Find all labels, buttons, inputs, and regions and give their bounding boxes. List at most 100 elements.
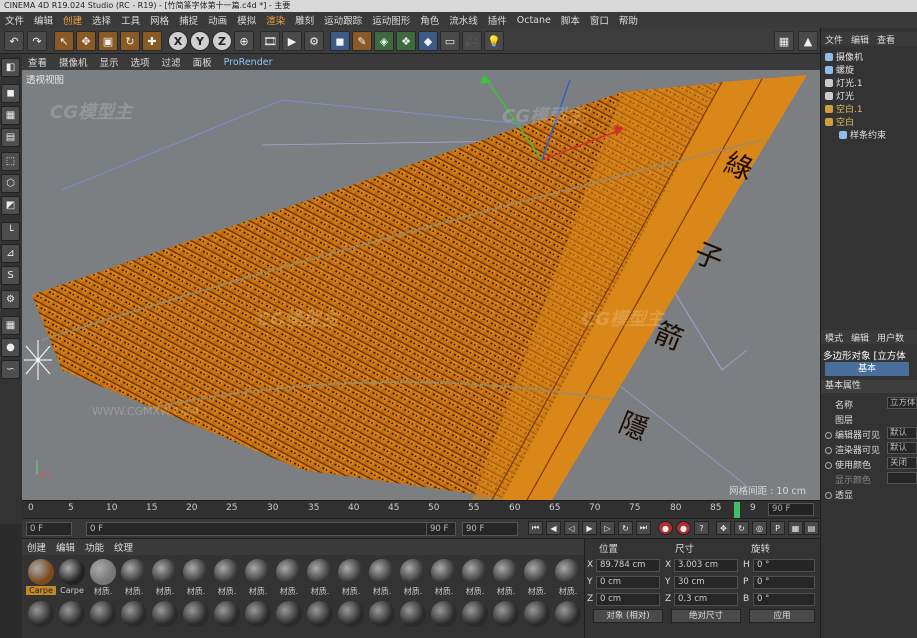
object-menu-edit[interactable]: 编辑 <box>847 33 873 46</box>
material-swatch[interactable] <box>431 601 457 627</box>
menu-motion-tracking[interactable]: 运动跟踪 <box>319 13 367 27</box>
undo-icon[interactable]: ↶ <box>4 31 24 51</box>
object-list-item[interactable]: 螺旋 <box>825 65 915 77</box>
rotation-key-icon[interactable]: ↻ <box>734 521 749 535</box>
material-menu-texture[interactable]: 纹理 <box>109 540 138 554</box>
point-level-icon[interactable]: ▦ <box>788 521 803 535</box>
menu-plugins[interactable]: 插件 <box>483 13 512 27</box>
max-frame-field[interactable]: 90 F <box>462 522 518 536</box>
material-swatch[interactable] <box>431 559 457 585</box>
render-settings-icon[interactable]: ⚙ <box>304 31 324 51</box>
current-frame-slider[interactable]: 0 F <box>86 522 446 536</box>
material-swatch[interactable] <box>555 559 581 585</box>
tab-basic[interactable]: 基本 <box>825 362 909 376</box>
animate-radio-icon[interactable] <box>825 462 832 469</box>
position-key-icon[interactable]: ✥ <box>716 521 731 535</box>
render-view-icon[interactable]: 🎞 <box>260 31 280 51</box>
rot-b-field[interactable]: 0 ° <box>753 593 815 606</box>
attr-menu-mode[interactable]: 模式 <box>821 331 847 344</box>
material-swatch[interactable] <box>276 601 302 627</box>
attr-menu-edit[interactable]: 编辑 <box>847 331 873 344</box>
prev-frame-icon[interactable]: ◁ <box>564 521 579 535</box>
viewport-menu-cameras[interactable]: 摄像机 <box>53 55 94 69</box>
pen-spline-icon[interactable]: ✎ <box>352 31 372 51</box>
record-icon[interactable]: ● <box>658 521 673 535</box>
attribute-value[interactable]: 默认 <box>887 442 917 454</box>
material-swatch[interactable] <box>307 559 333 585</box>
menu-create[interactable]: 创建 <box>58 13 87 27</box>
attribute-value[interactable]: 立方体 <box>887 397 917 409</box>
animate-radio-icon[interactable] <box>825 492 832 499</box>
viewport-menu-prorender[interactable]: ProRender <box>218 57 279 68</box>
menu-mesh[interactable]: 网格 <box>145 13 174 27</box>
material-menu-edit[interactable]: 编辑 <box>51 540 80 554</box>
size-mode-dropdown[interactable]: 绝对尺寸 <box>671 609 741 623</box>
material-swatch[interactable] <box>369 559 395 585</box>
object-list-item[interactable]: 空白 <box>825 117 915 129</box>
y-axis-icon[interactable]: Y <box>190 31 210 51</box>
material-swatch[interactable] <box>214 601 240 627</box>
material-swatch[interactable] <box>245 559 271 585</box>
object-list-item[interactable]: 灯光.1 <box>825 78 915 90</box>
material-swatch[interactable] <box>90 601 116 627</box>
texture-mode-icon[interactable]: ▦ <box>1 106 20 125</box>
pos-x-field[interactable]: 89.784 cm <box>596 559 660 572</box>
coordinate-mode-dropdown[interactable]: 对象 (相对) <box>593 609 663 623</box>
rotate-icon[interactable]: ↻ <box>120 31 140 51</box>
viewport-menu-options[interactable]: 选项 <box>125 55 156 69</box>
coordinate-system-icon[interactable]: ⊕ <box>234 31 254 51</box>
material-swatch[interactable] <box>338 559 364 585</box>
edges-mode-icon[interactable]: ⬡ <box>1 174 20 193</box>
attribute-value[interactable]: 默认 <box>887 427 917 439</box>
material-swatch[interactable] <box>400 601 426 627</box>
object-menu-file[interactable]: 文件 <box>821 33 847 46</box>
material-swatch[interactable] <box>28 559 54 585</box>
prev-key-icon[interactable]: ◀ <box>546 521 561 535</box>
material-swatch[interactable] <box>462 601 488 627</box>
material-swatch[interactable] <box>152 559 178 585</box>
material-swatch[interactable] <box>276 559 302 585</box>
subdivision-icon[interactable]: ◈ <box>374 31 394 51</box>
timeline-end-frame[interactable]: 90 F <box>768 503 814 516</box>
material-menu-create[interactable]: 创建 <box>22 540 51 554</box>
scale-key-icon[interactable]: ◎ <box>752 521 767 535</box>
animate-radio-icon[interactable] <box>825 432 832 439</box>
menu-animate[interactable]: 动画 <box>203 13 232 27</box>
workplane-icon[interactable]: ▤ <box>1 128 20 147</box>
material-swatch[interactable] <box>90 559 116 585</box>
go-to-end-icon[interactable]: ⏭ <box>636 521 651 535</box>
camera-icon[interactable]: 🎥 <box>462 31 482 51</box>
light-icon[interactable]: 💡 <box>484 31 504 51</box>
object-list-item[interactable]: 灯光 <box>825 91 915 103</box>
array-icon[interactable]: ❖ <box>396 31 416 51</box>
pos-y-field[interactable]: 0 cm <box>596 576 660 589</box>
menu-select[interactable]: 选择 <box>87 13 116 27</box>
material-swatch[interactable] <box>183 601 209 627</box>
material-swatch[interactable] <box>462 559 488 585</box>
size-y-field[interactable]: 30 cm <box>674 576 738 589</box>
material-swatch[interactable] <box>493 559 519 585</box>
viewport-menu-view[interactable]: 查看 <box>22 55 53 69</box>
play-icon[interactable]: ▶ <box>582 521 597 535</box>
material-swatch[interactable] <box>555 601 581 627</box>
menu-simulate[interactable]: 模拟 <box>232 13 261 27</box>
rot-h-field[interactable]: 0 ° <box>753 559 815 572</box>
x-axis-icon[interactable]: X <box>168 31 188 51</box>
viewport-menu-display[interactable]: 显示 <box>94 55 125 69</box>
material-swatch[interactable] <box>369 601 395 627</box>
scale-icon[interactable]: ▣ <box>98 31 118 51</box>
floor-icon[interactable]: ▭ <box>440 31 460 51</box>
material-swatch[interactable] <box>400 559 426 585</box>
object-list-item[interactable]: 空白.1 <box>825 104 915 116</box>
material-swatch[interactable] <box>524 601 550 627</box>
apply-button[interactable]: 应用 <box>749 609 815 623</box>
min-frame-field[interactable]: 90 F <box>426 522 456 536</box>
rot-p-field[interactable]: 0 ° <box>753 576 815 589</box>
object-menu-view[interactable]: 查看 <box>873 33 899 46</box>
param-key-icon[interactable]: P <box>770 521 785 535</box>
perspective-viewport[interactable]: 綠 子 箭 隱 透视视图 CG模型主 CG模型主 CG模型主 CG模型主 WWW… <box>22 70 820 500</box>
grid-icon[interactable]: ▦ <box>1 316 20 335</box>
menu-snap[interactable]: 捕捉 <box>174 13 203 27</box>
menu-pipeline[interactable]: 流水线 <box>444 13 483 27</box>
tweak-icon[interactable]: ⊿ <box>1 244 20 263</box>
